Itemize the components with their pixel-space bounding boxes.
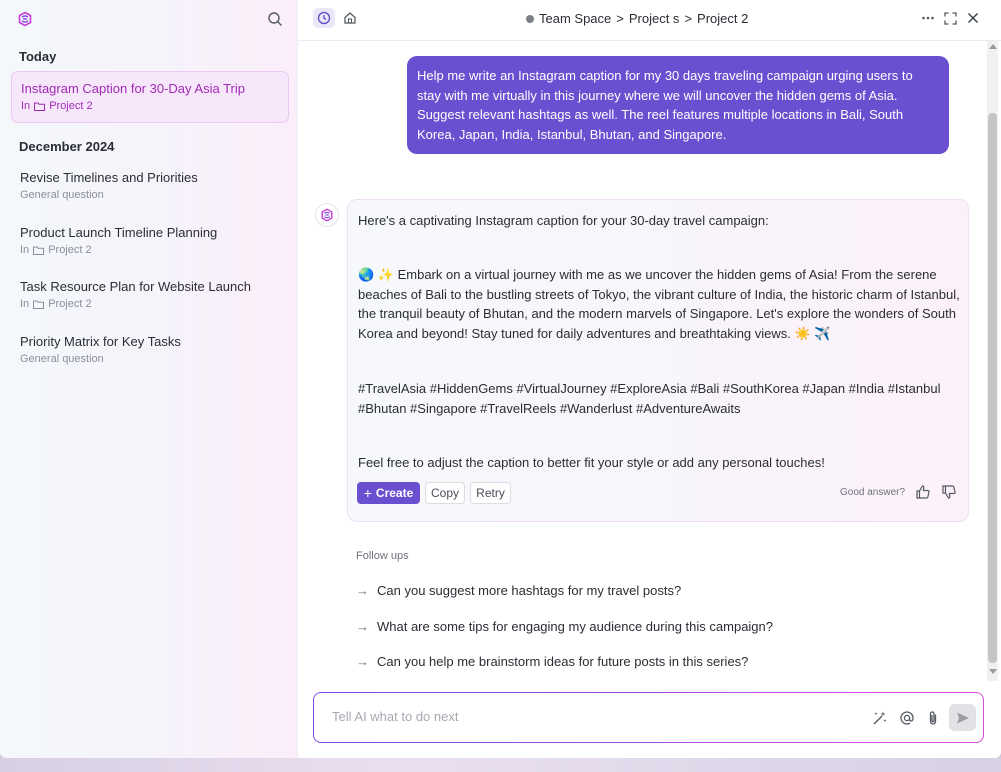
chat-subtitle: General question [20, 353, 104, 365]
ai-response-card: Here's a captivating Instagram caption f… [347, 199, 969, 522]
chat-item-revise-timelines[interactable]: Revise Timelines and Priorities General … [11, 161, 289, 213]
chat-subtitle: General question [20, 189, 104, 201]
breadcrumb-team-space[interactable]: Team Space [539, 11, 611, 26]
ai-caption-text: 🌏 ✨ Embark on a virtual journey with me … [358, 267, 960, 341]
sidebar-header [0, 0, 297, 38]
ai-input-container [313, 692, 984, 743]
scroll-down-arrow-icon[interactable] [989, 669, 997, 674]
at-mention-icon[interactable] [899, 710, 915, 726]
brain-logo-icon [321, 208, 333, 222]
expand-icon [943, 11, 957, 25]
retry-button[interactable]: Retry [470, 482, 511, 504]
thumbs-up-icon[interactable] [915, 484, 931, 500]
followup-item[interactable]: → What are some tips for engaging my aud… [356, 619, 773, 634]
scroll-up-arrow-icon[interactable] [989, 44, 997, 49]
history-icon [317, 11, 331, 25]
chat-location: In Project 2 [20, 298, 92, 310]
breadcrumb-project-2[interactable]: Project 2 [697, 11, 748, 26]
search-icon[interactable] [267, 11, 283, 27]
user-message: Help me write an Instagram caption for m… [407, 56, 949, 154]
thumbs-down-icon[interactable] [941, 484, 957, 500]
group-title-today: Today [19, 49, 57, 64]
chat-title: Product Launch Timeline Planning [20, 225, 218, 240]
create-button[interactable]: + Create [357, 482, 420, 504]
group-title-december: December 2024 [19, 139, 115, 154]
followup-item[interactable]: → Can you help me brainstorm ideas for f… [356, 654, 748, 669]
plus-icon: + [363, 485, 372, 501]
ai-chat-window: Today Instagram Caption for 30-Day Asia … [0, 0, 1001, 758]
close-button[interactable] [962, 8, 984, 28]
chat-title: Task Resource Plan for Website Launch [20, 279, 251, 294]
ai-avatar [315, 203, 339, 227]
good-answer-label: Good answer? [840, 487, 906, 498]
history-button[interactable] [313, 8, 335, 28]
ai-hashtags-text: #TravelAsia #HiddenGems #VirtualJourney … [358, 381, 941, 416]
ai-prompt-input[interactable] [330, 708, 854, 725]
chat-title: Priority Matrix for Key Tasks [20, 334, 181, 349]
chat-title: Instagram Caption for 30-Day Asia Trip [21, 81, 245, 96]
magic-wand-icon[interactable] [872, 710, 888, 726]
expand-button[interactable] [939, 8, 961, 28]
arrow-right-icon: → [356, 583, 369, 598]
copy-button[interactable]: Copy [425, 482, 465, 504]
arrow-right-icon: → [356, 654, 369, 669]
sidebar: Today Instagram Caption for 30-Day Asia … [0, 0, 298, 758]
conversation-area: Help me write an Instagram caption for m… [298, 41, 987, 681]
more-button[interactable] [917, 8, 939, 28]
folder-icon [33, 246, 45, 255]
send-button[interactable] [949, 704, 976, 731]
ai-input-box [314, 693, 983, 742]
breadcrumb: Team Space > Project s > Project 2 [526, 11, 748, 26]
breadcrumb-projects[interactable]: Project s [629, 11, 680, 26]
chat-title: Revise Timelines and Priorities [20, 170, 198, 185]
folder-icon [33, 300, 45, 309]
home-icon [344, 12, 356, 24]
desktop-background [0, 758, 1001, 772]
folder-icon [34, 102, 46, 111]
close-icon [967, 12, 979, 24]
chat-location: In Project 2 [21, 100, 93, 112]
space-dot-icon [526, 14, 534, 23]
brain-logo-icon [18, 11, 32, 27]
attachment-icon[interactable] [925, 710, 941, 726]
home-button[interactable] [339, 8, 361, 28]
send-icon [956, 712, 969, 723]
ai-outro-text: Feel free to adjust the caption to bette… [358, 455, 825, 470]
more-dots-icon [922, 16, 934, 20]
chat-item-instagram-caption[interactable]: Instagram Caption for 30-Day Asia Trip I… [11, 71, 289, 123]
chat-item-priority-matrix[interactable]: Priority Matrix for Key Tasks General qu… [11, 325, 289, 377]
followups-title: Follow ups [356, 550, 409, 562]
arrow-right-icon: → [356, 619, 369, 634]
chat-item-task-resource[interactable]: Task Resource Plan for Website Launch In… [11, 270, 289, 322]
chat-location: In Project 2 [20, 244, 92, 256]
ai-intro-text: Here's a captivating Instagram caption f… [358, 213, 769, 228]
followup-item[interactable]: → Can you suggest more hashtags for my t… [356, 583, 681, 598]
scrollbar-thumb[interactable] [988, 113, 997, 663]
chat-header: Team Space > Project s > Project 2 [298, 0, 1001, 41]
chat-item-product-launch[interactable]: Product Launch Timeline Planning In Proj… [11, 216, 289, 268]
